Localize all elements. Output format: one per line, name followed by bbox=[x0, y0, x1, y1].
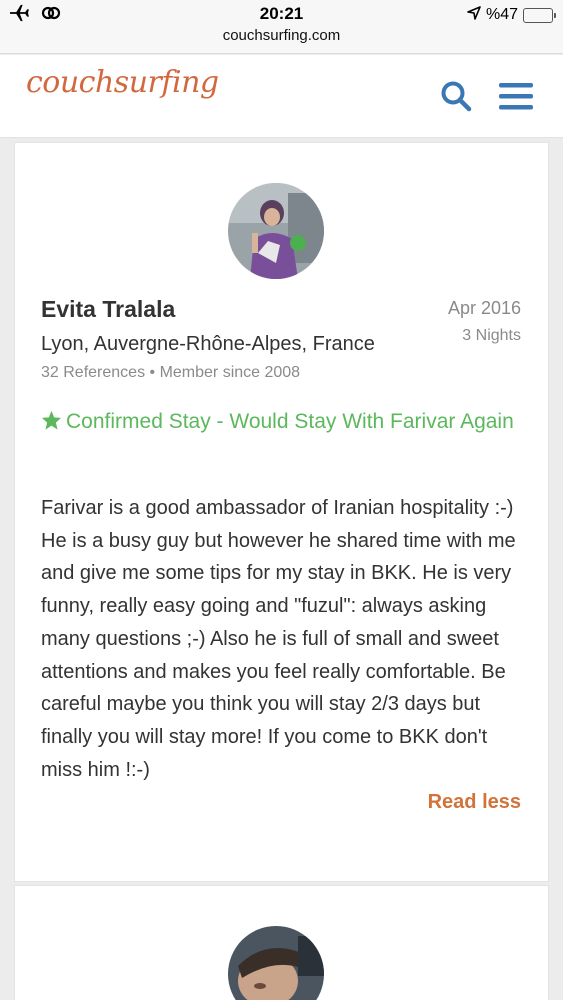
read-less-link[interactable]: Read less bbox=[428, 791, 521, 814]
battery-icon bbox=[523, 7, 556, 23]
confirmed-stay: Confirmed Stay - Would Stay With Farivar… bbox=[41, 405, 521, 440]
reviewer-meta: 32 References • Member since 2008 bbox=[41, 364, 300, 382]
battery-percent: %47 bbox=[485, 6, 518, 23]
separator-dot-icon: • bbox=[149, 364, 160, 381]
couchsurfing-logo[interactable]: couchsurfing bbox=[26, 65, 219, 100]
search-icon bbox=[441, 81, 472, 112]
stay-date: Apr 2016 bbox=[447, 298, 521, 318]
reference-card-next bbox=[14, 885, 549, 1000]
hamburger-menu-icon bbox=[499, 83, 533, 110]
stay-nights: 3 Nights bbox=[462, 327, 521, 344]
avatar[interactable] bbox=[228, 926, 324, 1000]
star-icon bbox=[41, 407, 62, 440]
avatar[interactable] bbox=[228, 183, 324, 279]
location-arrow-icon bbox=[467, 5, 481, 25]
member-since: Member since 2008 bbox=[159, 364, 301, 381]
references-count[interactable]: 32 References bbox=[41, 364, 145, 381]
search-button[interactable] bbox=[437, 77, 475, 115]
review-text: Farivar is a good ambassador of Iranian … bbox=[41, 497, 516, 781]
reviewer-name[interactable]: Evita Tralala bbox=[41, 296, 175, 323]
site-header: couchsurfing bbox=[0, 55, 563, 138]
reference-card: Evita Tralala Lyon, Auvergne-Rhône-Alpes… bbox=[14, 142, 549, 882]
address-bar-url[interactable]: couchsurfing.com bbox=[0, 27, 563, 44]
reviewer-location: Lyon, Auvergne-Rhône-Alpes, France bbox=[41, 333, 375, 355]
status-bar-right: %47 bbox=[467, 4, 556, 26]
menu-button[interactable] bbox=[497, 77, 535, 115]
status-bar: 20:21 couchsurfing.com %47 bbox=[0, 0, 563, 54]
confirmed-stay-text: Confirmed Stay - Would Stay With Farivar… bbox=[66, 410, 514, 433]
